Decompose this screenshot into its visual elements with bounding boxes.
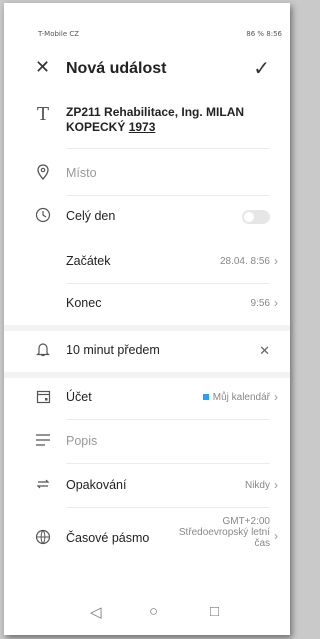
divider xyxy=(66,507,270,508)
status-right: 86 % 8:56 xyxy=(246,30,282,38)
bell-icon xyxy=(34,340,52,358)
timezone-label: Časové pásmo xyxy=(66,531,150,545)
start-label: Začátek xyxy=(66,254,111,268)
chevron-right-icon: › xyxy=(274,254,278,268)
carrier-label: T-Mobile CZ xyxy=(38,30,80,38)
reminder-row[interactable]: 10 minut předem ✕ xyxy=(4,340,290,370)
title-row[interactable]: T ZP211 Rehabilitace, Ing. MILAN KOPECKÝ… xyxy=(4,103,290,153)
repeat-row[interactable]: Opakování Nikdy › xyxy=(4,475,290,505)
text-icon: T xyxy=(36,103,49,125)
account-label: Účet xyxy=(66,390,92,404)
chevron-right-icon: › xyxy=(274,478,278,492)
section-gap xyxy=(4,372,290,378)
recents-icon[interactable]: □ xyxy=(210,603,219,620)
description-input[interactable]: Popis xyxy=(66,434,97,448)
account-row[interactable]: Účet Můj kalendář › xyxy=(4,387,290,417)
chevron-right-icon: › xyxy=(274,390,278,404)
divider xyxy=(66,283,270,284)
divider xyxy=(66,463,270,464)
divider xyxy=(66,148,270,149)
location-pin-icon xyxy=(34,163,52,181)
calendar-color-dot xyxy=(202,394,209,401)
globe-icon xyxy=(34,528,52,546)
account-value[interactable]: Můj kalendář xyxy=(202,392,270,403)
timezone-row[interactable]: Časové pásmo GMT+2:00 Středoevropský let… xyxy=(4,516,290,562)
timezone-name: Středoevropský letní xyxy=(178,527,270,538)
repeat-icon xyxy=(34,475,52,493)
remove-reminder-icon[interactable]: ✕ xyxy=(259,343,270,359)
end-row[interactable]: Konec 9:56 › xyxy=(4,293,290,323)
allday-toggle[interactable] xyxy=(242,210,270,224)
location-input[interactable]: Místo xyxy=(66,166,97,180)
reminder-label: 10 minut předem xyxy=(66,343,160,357)
chevron-right-icon: › xyxy=(274,529,278,543)
page-title: Nová událost xyxy=(66,60,167,77)
divider xyxy=(66,195,270,196)
phone-screen: T-Mobile CZ 86 % 8:56 ✕ Nová událost ✓ T… xyxy=(4,3,290,635)
event-title-link[interactable]: 1973 xyxy=(129,120,156,134)
start-row[interactable]: Začátek 28.04. 8:56 › xyxy=(4,251,290,281)
clock-icon xyxy=(34,206,52,224)
close-icon[interactable]: ✕ xyxy=(35,57,50,78)
status-bar: T-Mobile CZ 86 % 8:56 xyxy=(4,3,290,38)
section-gap xyxy=(4,325,290,331)
event-title[interactable]: ZP211 Rehabilitace, Ing. MILAN KOPECKÝ 1… xyxy=(66,105,270,135)
end-label: Konec xyxy=(66,296,102,310)
description-row[interactable]: Popis xyxy=(4,431,290,461)
description-icon xyxy=(34,431,52,449)
end-value[interactable]: 9:56 xyxy=(251,298,270,309)
location-row[interactable]: Místo xyxy=(4,163,290,193)
divider xyxy=(66,419,270,420)
timezone-offset: GMT+2:00 xyxy=(222,516,270,527)
header: ✕ Nová událost ✓ xyxy=(4,55,290,85)
calendar-icon xyxy=(34,387,52,405)
repeat-value[interactable]: Nikdy xyxy=(245,480,270,491)
timezone-value[interactable]: GMT+2:00 Středoevropský letní čas xyxy=(179,516,270,549)
allday-label: Celý den xyxy=(66,209,116,223)
save-check-icon[interactable]: ✓ xyxy=(253,56,270,81)
repeat-label: Opakování xyxy=(66,478,127,492)
account-value-text: Můj kalendář xyxy=(212,392,270,403)
back-icon[interactable]: ◁ xyxy=(90,603,102,621)
chevron-right-icon: › xyxy=(274,296,278,310)
allday-row[interactable]: Celý den xyxy=(4,206,290,236)
home-icon[interactable]: ○ xyxy=(149,603,158,620)
system-nav-bar: ◁ ○ □ xyxy=(4,597,290,627)
start-value[interactable]: 28.04. 8:56 xyxy=(220,256,270,267)
timezone-name-cont: čas xyxy=(254,538,270,549)
